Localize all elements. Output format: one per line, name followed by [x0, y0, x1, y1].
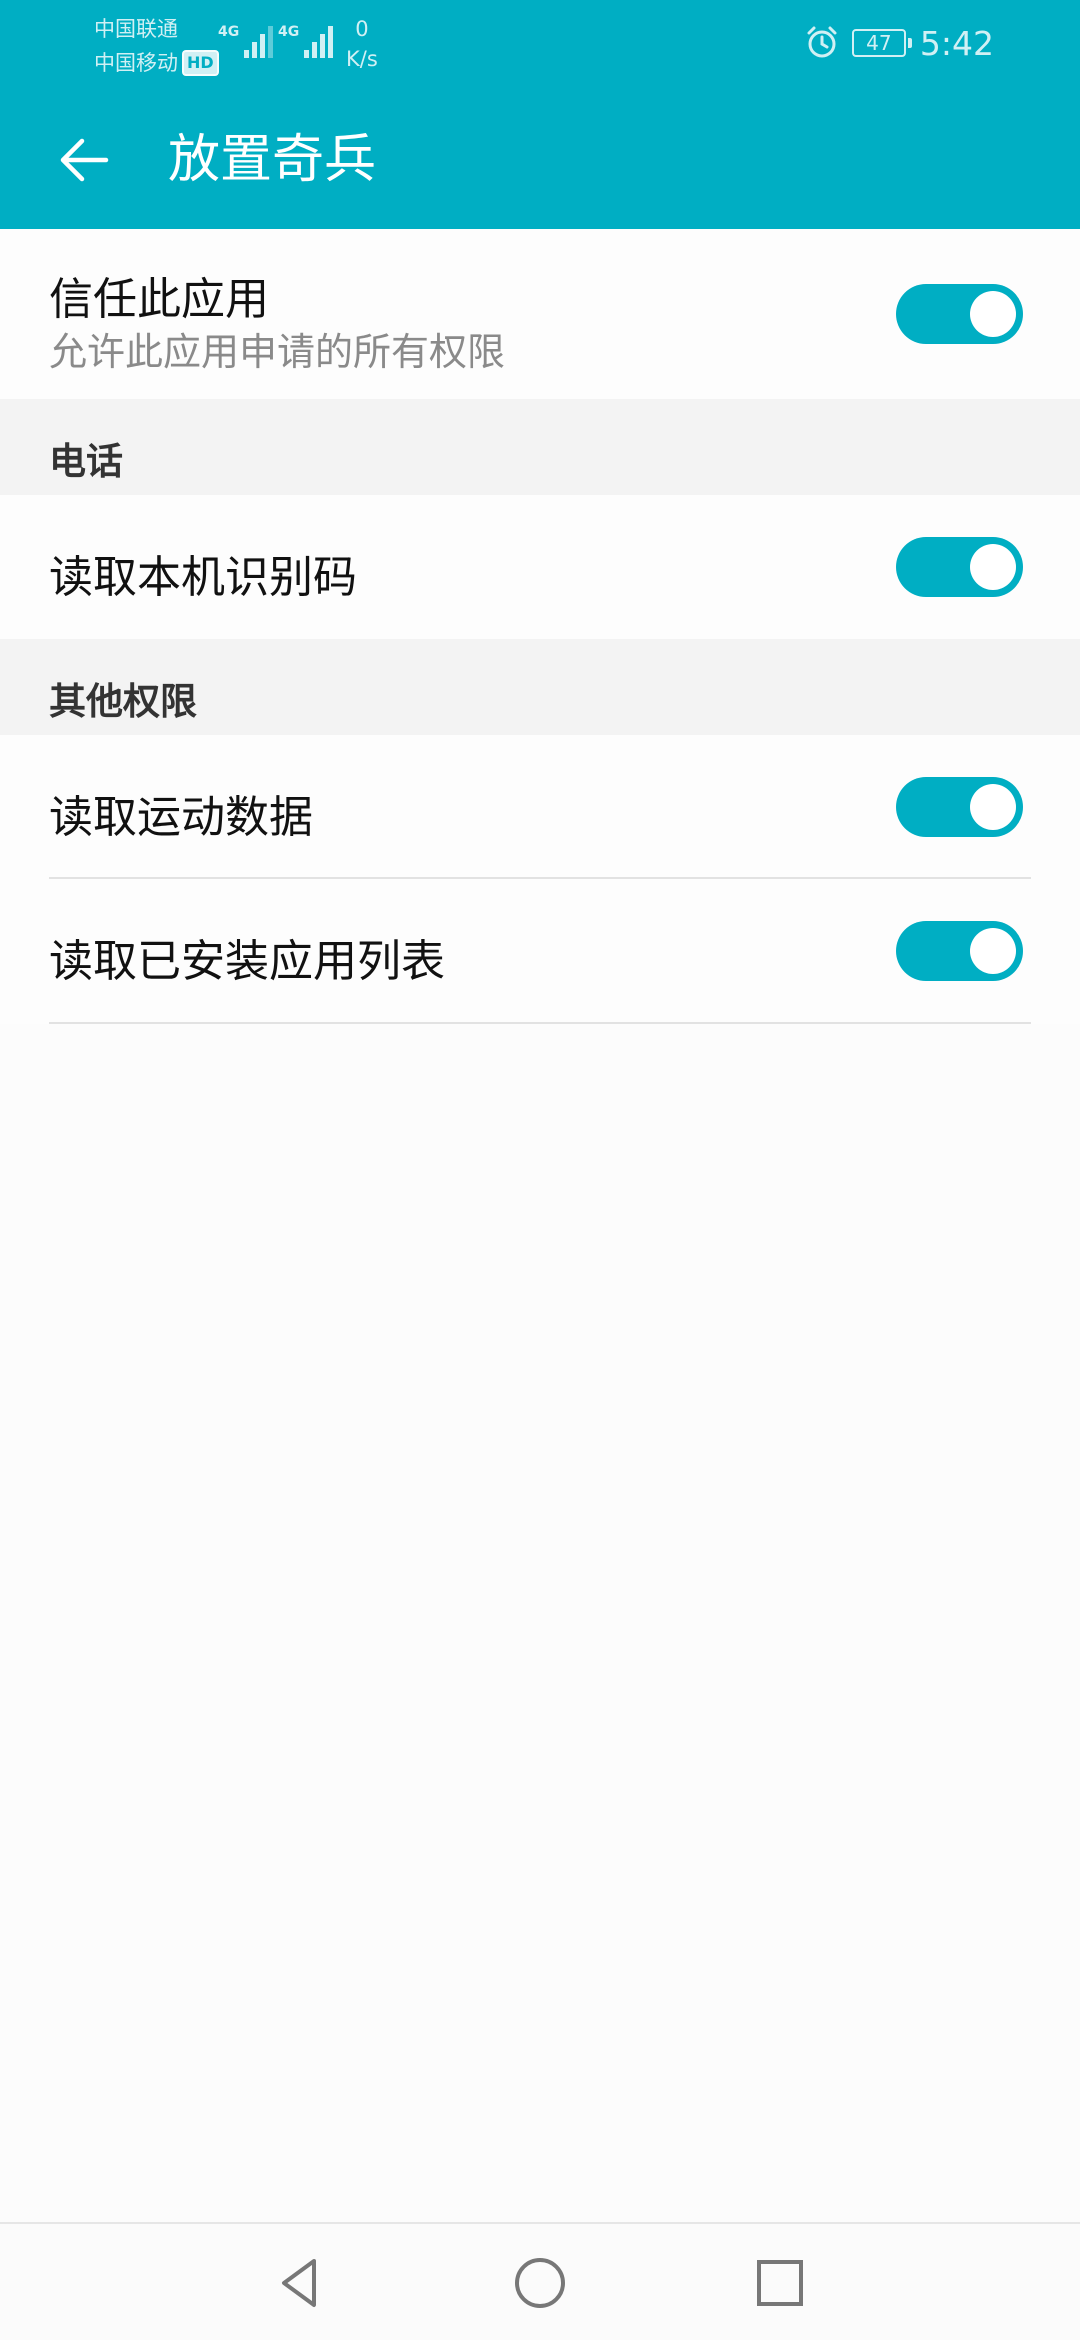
- status-bar: 中国联通 中国移动 HD 4G 4G 0 K/s 47 5:42: [0, 0, 1080, 90]
- toggle-knob: [970, 544, 1016, 590]
- navigation-bar: [0, 2222, 1080, 2340]
- trust-app-description: 允许此应用申请的所有权限: [49, 330, 506, 374]
- speed-value: 0: [355, 17, 369, 41]
- carrier-1: 中国联通: [94, 12, 219, 46]
- carrier-2: 中国移动 HD: [94, 46, 219, 80]
- section-header-other: 其他权限: [0, 639, 1080, 735]
- permission-label: 读取本机识别码: [49, 552, 357, 603]
- network-type-1: 4G: [218, 24, 240, 40]
- permission-row-motion-data[interactable]: 读取运动数据: [0, 735, 1080, 879]
- section-header-phone: 电话: [0, 399, 1080, 495]
- screen: 中国联通 中国移动 HD 4G 4G 0 K/s 47 5:42 放置奇兵 信任…: [0, 0, 1080, 2340]
- toggle-knob: [970, 784, 1016, 830]
- nav-recents-button[interactable]: [745, 2248, 815, 2318]
- nav-home-button[interactable]: [505, 2248, 575, 2318]
- signal-1: 4G: [218, 24, 274, 58]
- device-id-toggle[interactable]: [896, 537, 1023, 597]
- permission-row-device-id[interactable]: 读取本机识别码: [0, 495, 1080, 639]
- permission-label: 读取已安装应用列表: [49, 936, 445, 987]
- section-title-phone: 电话: [49, 440, 123, 483]
- battery-level: 47: [866, 31, 892, 55]
- hd-badge: HD: [182, 50, 219, 76]
- carrier-1-name: 中国联通: [94, 17, 178, 41]
- toggle-knob: [970, 291, 1016, 337]
- circle-home-icon: [515, 2258, 565, 2308]
- signal-bars-icon: [301, 24, 334, 58]
- divider: [49, 1022, 1031, 1024]
- installed-apps-toggle[interactable]: [896, 921, 1023, 981]
- trust-app-toggle[interactable]: [896, 284, 1023, 344]
- network-type-2: 4G: [278, 24, 300, 40]
- triangle-back-icon: [282, 2259, 316, 2307]
- app-bar: 放置奇兵: [0, 90, 1080, 229]
- carrier-2-name: 中国移动: [94, 51, 178, 75]
- clock: 5:42: [919, 23, 994, 63]
- status-right: 47 5:42: [804, 18, 994, 68]
- permission-list: 信任此应用 允许此应用申请的所有权限 电话 读取本机识别码 其他权限 读取运动数…: [0, 229, 1080, 1024]
- trust-app-label: 信任此应用: [49, 274, 269, 325]
- battery-icon: 47: [851, 29, 912, 57]
- signal-2: 4G: [278, 24, 334, 58]
- permission-row-installed-apps[interactable]: 读取已安装应用列表: [0, 879, 1080, 1024]
- nav-back-button[interactable]: [265, 2248, 335, 2318]
- toggle-knob: [970, 928, 1016, 974]
- carrier-info: 中国联通 中国移动 HD: [94, 12, 219, 80]
- motion-data-toggle[interactable]: [896, 777, 1023, 837]
- alarm-clock-icon: [807, 26, 837, 58]
- page-title: 放置奇兵: [168, 130, 377, 190]
- signal-bars-icon: [241, 24, 274, 58]
- back-button[interactable]: [44, 120, 124, 200]
- arrow-left-icon: [60, 138, 109, 182]
- permission-label: 读取运动数据: [49, 792, 313, 843]
- square-recents-icon: [757, 2260, 803, 2306]
- section-title-other: 其他权限: [49, 680, 197, 723]
- network-speed: 0 K/s: [346, 14, 378, 74]
- trust-app-row[interactable]: 信任此应用 允许此应用申请的所有权限: [0, 229, 1080, 399]
- speed-unit: K/s: [346, 47, 378, 71]
